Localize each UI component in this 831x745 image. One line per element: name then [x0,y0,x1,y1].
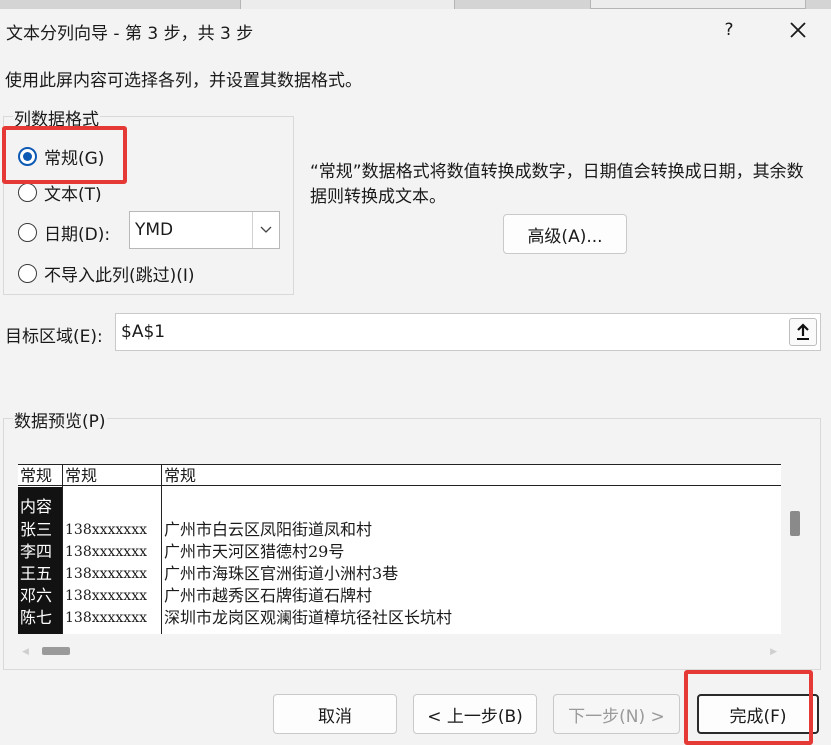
advanced-button[interactable]: 高级(A)... [503,214,627,254]
window-title: 文本分列向导 - 第 3 步，共 3 步 [6,24,254,44]
preview-cell: 138xxxxxxx [65,544,147,560]
collapse-dialog-button[interactable] [789,318,817,346]
preview-cell: 李四 [20,542,53,561]
help-button[interactable]: ? [712,14,746,46]
preview-cell: 138xxxxxxx [65,610,147,626]
scroll-right-icon[interactable]: ▶ [770,647,777,657]
scrollbar-thumb[interactable] [42,647,70,655]
title-bar: 文本分列向导 - 第 3 步，共 3 步 ? [0,9,831,51]
date-format-select[interactable]: YMD [129,211,280,249]
destination-value: $A$1 [121,322,166,342]
preview-cell: 138xxxxxxx [65,566,147,582]
column-divider [161,464,162,634]
preview-header-row: 常规 常规 常规 [18,464,781,486]
radio-general[interactable]: 常规(G) [18,144,104,169]
radio-text-label: 文本(T) [44,185,102,205]
preview-cell: 广州市天河区猎德村29号 [164,542,345,561]
radio-selected-icon [18,147,37,166]
preview-vertical-scrollbar[interactable] [786,464,804,634]
destination-label: 目标区域(E): [5,327,103,347]
radio-icon [18,223,37,242]
next-button[interactable]: 下一步(N) > [553,694,680,734]
upload-arrow-icon [797,323,809,340]
background-window-strip [0,0,831,9]
preview-cell: 内容 [20,497,53,516]
preview-cell: 广州市越秀区石牌街道石牌村 [164,586,373,605]
radio-general-label: 常规(G) [44,149,105,169]
preview-cell: 张三 [20,520,53,539]
column-divider [62,464,63,634]
preview-cell: 138xxxxxxx [65,522,147,538]
preview-cell: 邓六 [20,586,53,605]
scroll-left-icon[interactable]: ◀ [22,647,29,657]
instruction-text: 使用此屏内容可选择各列，并设置其数据格式。 [5,71,362,91]
background-cell [590,0,806,9]
radio-date-label: 日期(D): [44,225,111,245]
destination-input[interactable]: $A$1 [115,313,821,351]
radio-icon [18,264,37,283]
close-button[interactable] [778,14,818,46]
column-format-group-label: 列数据格式 [13,105,100,130]
format-description: “常规”数据格式将数值转换成数字，日期值会转换成日期，其余数据则转换成文本。 [310,162,804,207]
radio-text[interactable]: 文本(T) [18,180,102,205]
radio-icon [18,183,37,202]
preview-cell: 深圳市龙岗区观澜街道樟坑径社区长坑村 [164,608,453,627]
radio-skip-label: 不导入此列(跳过)(I) [44,266,195,286]
preview-cell: 138xxxxxxx [65,588,147,604]
preview-cell: 王五 [20,564,53,583]
close-icon [790,22,806,38]
radio-date[interactable]: 日期(D): [18,220,110,245]
scrollbar-thumb[interactable] [790,511,800,536]
preview-cell: 广州市海珠区官洲街道小洲村3巷 [164,564,399,583]
finish-button[interactable]: 完成(F) [697,694,819,734]
date-format-value: YMD [135,220,174,240]
data-preview-label: 数据预览(P) [13,407,107,432]
text-to-columns-dialog: 文本分列向导 - 第 3 步，共 3 步 ? 使用此屏内容可选择各列，并设置其数… [0,9,831,745]
cancel-button[interactable]: 取消 [273,694,397,734]
background-cell [240,0,455,9]
preview-header-cell[interactable]: 常规 [164,467,196,485]
radio-skip[interactable]: 不导入此列(跳过)(I) [18,261,195,286]
chevron-down-icon [252,212,279,248]
preview-cell: 广州市白云区凤阳街道凤和村 [164,520,373,539]
data-preview-grid[interactable]: 常规 常规 常规 内容 张三 138xxxxxxx 广州市白云区凤阳街道凤和村 … [18,464,781,634]
preview-header-cell[interactable]: 常规 [65,467,97,485]
preview-header-cell[interactable]: 常规 [20,467,52,485]
preview-horizontal-scrollbar[interactable]: ◀ ▶ [18,642,781,660]
preview-cell: 陈七 [20,608,53,627]
back-button[interactable]: < 上一步(B) [413,694,537,734]
